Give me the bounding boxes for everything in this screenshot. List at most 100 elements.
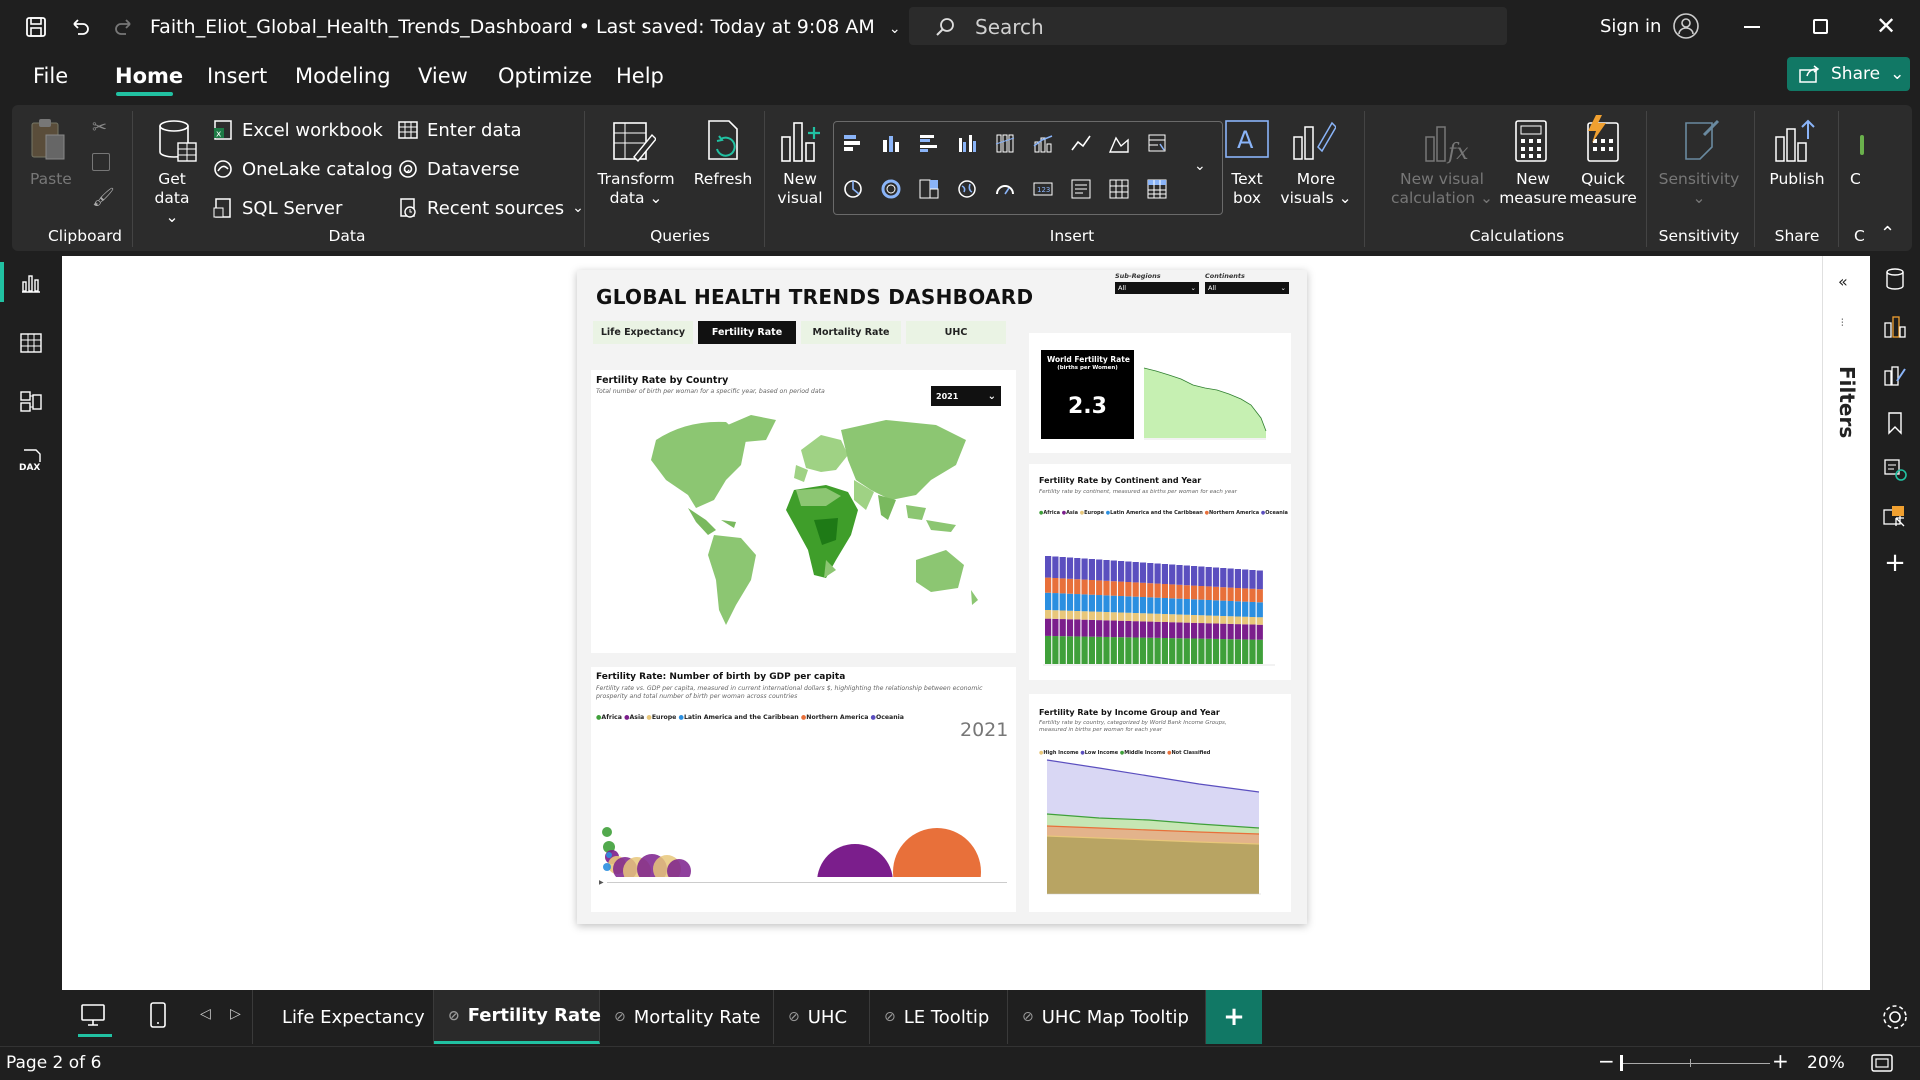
more-visuals-icon[interactable] bbox=[1292, 117, 1336, 163]
stacked-segment[interactable] bbox=[1176, 565, 1183, 585]
publish-button[interactable]: Publish bbox=[1762, 170, 1832, 189]
zoom-in-button[interactable]: + bbox=[1772, 1049, 1789, 1073]
desktop-layout-icon[interactable] bbox=[78, 1000, 108, 1030]
stacked-segment[interactable] bbox=[1256, 617, 1263, 625]
stacked-segment[interactable] bbox=[1059, 619, 1066, 637]
stacked-segment[interactable] bbox=[1066, 593, 1074, 611]
model-view-icon[interactable] bbox=[14, 384, 48, 418]
matrix-icon[interactable] bbox=[1142, 174, 1172, 204]
stacked-segment[interactable] bbox=[1110, 620, 1117, 638]
quick-measure-icon[interactable] bbox=[1580, 115, 1624, 163]
stacked-segment[interactable] bbox=[1191, 615, 1198, 623]
stacked-segment[interactable] bbox=[1103, 620, 1110, 637]
collapse-filters-icon[interactable]: « bbox=[1838, 272, 1848, 291]
stacked-segment[interactable] bbox=[1220, 623, 1227, 640]
stacked-segment[interactable] bbox=[1227, 623, 1234, 640]
stacked-segment[interactable] bbox=[1096, 580, 1103, 596]
stacked-segment[interactable] bbox=[1212, 615, 1220, 624]
bubble[interactable] bbox=[602, 827, 612, 837]
report-tab-mortality-rate[interactable]: Mortality Rate bbox=[801, 321, 901, 344]
copilot-button[interactable]: C bbox=[1850, 170, 1861, 189]
stacked-segment[interactable] bbox=[1249, 617, 1256, 625]
table-visual-icon[interactable] bbox=[1104, 174, 1134, 204]
world-map[interactable] bbox=[626, 410, 986, 640]
stacked-segment[interactable] bbox=[1147, 621, 1154, 638]
page-tab-uhc[interactable]: ⊘ UHC bbox=[774, 990, 870, 1044]
pie-chart-icon[interactable] bbox=[838, 174, 868, 204]
stacked-segment[interactable] bbox=[1176, 584, 1183, 599]
format-visual-icon[interactable] bbox=[1880, 360, 1910, 390]
stacked-segment[interactable] bbox=[1096, 620, 1103, 637]
add-page-button[interactable]: + bbox=[1206, 990, 1262, 1044]
stacked-segment[interactable] bbox=[1154, 637, 1161, 664]
stacked-segment[interactable] bbox=[1212, 623, 1220, 639]
stacked-segment[interactable] bbox=[1074, 611, 1081, 620]
report-tab-uhc[interactable]: UHC bbox=[906, 321, 1006, 344]
stacked-segment[interactable] bbox=[1110, 612, 1117, 621]
stacked-segment[interactable] bbox=[1234, 569, 1241, 588]
stacked-segment[interactable] bbox=[1132, 562, 1139, 583]
page-tab-uhc-map-tooltip[interactable]: ⊘ UHC Map Tooltip bbox=[1008, 990, 1206, 1044]
menu-home[interactable]: Home bbox=[115, 64, 183, 88]
line-chart-icon[interactable] bbox=[1066, 128, 1096, 158]
stacked-segment[interactable] bbox=[1103, 612, 1110, 621]
data-pane-icon[interactable] bbox=[1880, 264, 1910, 294]
stacked-segment[interactable] bbox=[1081, 619, 1088, 637]
text-box-button[interactable]: Text box bbox=[1222, 170, 1272, 208]
stacked-segment[interactable] bbox=[1242, 588, 1249, 602]
new-measure-button[interactable]: New measure bbox=[1498, 170, 1568, 208]
bubble[interactable] bbox=[606, 852, 612, 858]
stacked-segment[interactable] bbox=[1074, 594, 1081, 611]
stacked-segment[interactable] bbox=[1139, 597, 1147, 614]
stacked-segment[interactable] bbox=[1074, 636, 1081, 664]
visualizations-gallery[interactable]: 123 ⌄ bbox=[833, 121, 1223, 215]
stacked-segment[interactable] bbox=[1249, 624, 1256, 640]
stacked-segment[interactable] bbox=[1220, 616, 1227, 624]
get-data-button[interactable]: Get data ⌄ bbox=[147, 170, 197, 227]
menu-view[interactable]: View bbox=[418, 64, 468, 88]
stacked-segment[interactable] bbox=[1183, 614, 1190, 623]
stacked-segment[interactable] bbox=[1125, 612, 1132, 621]
stacked-segment[interactable] bbox=[1132, 613, 1139, 622]
stacked-segment[interactable] bbox=[1212, 586, 1220, 601]
document-title[interactable]: Faith_Eliot_Global_Health_Trends_Dashboa… bbox=[150, 16, 901, 38]
stacked-segment[interactable] bbox=[1242, 601, 1249, 617]
stacked-segment[interactable] bbox=[1234, 588, 1241, 602]
sign-in-link[interactable]: Sign in bbox=[1600, 16, 1661, 37]
refresh-button[interactable]: Refresh bbox=[692, 170, 754, 189]
prev-page-icon[interactable]: ◁ bbox=[200, 1006, 211, 1022]
stacked-segment[interactable] bbox=[1125, 582, 1132, 597]
fit-to-page-icon[interactable] bbox=[1870, 1053, 1894, 1073]
add-pane-icon[interactable]: + bbox=[1880, 548, 1910, 578]
stacked-segment[interactable] bbox=[1256, 624, 1263, 640]
publish-icon[interactable] bbox=[1774, 119, 1816, 165]
income-group-card[interactable]: Fertility Rate by Income Group and Year … bbox=[1029, 694, 1291, 912]
stacked-segment[interactable] bbox=[1059, 636, 1066, 664]
quick-measure-button[interactable]: Quick measure bbox=[1568, 170, 1638, 208]
new-visual-button[interactable]: New visual bbox=[775, 170, 825, 208]
stacked-segment[interactable] bbox=[1198, 638, 1205, 664]
copy-icon[interactable] bbox=[92, 153, 110, 171]
text-box-icon[interactable]: A bbox=[1224, 119, 1270, 159]
stacked-segment[interactable] bbox=[1118, 581, 1125, 597]
stacked-segment[interactable] bbox=[1103, 595, 1110, 612]
build-visual-icon[interactable] bbox=[1880, 312, 1910, 342]
stacked-segment[interactable] bbox=[1052, 578, 1059, 594]
selection-pane-icon[interactable] bbox=[1880, 502, 1910, 532]
sub-regions-slicer[interactable]: Sub-Regions All ⌄ bbox=[1115, 272, 1199, 294]
stacked-segment[interactable] bbox=[1110, 595, 1117, 613]
restore-button[interactable] bbox=[1813, 19, 1828, 34]
stacked-segment[interactable] bbox=[1059, 610, 1066, 620]
stacked-segment[interactable] bbox=[1125, 637, 1132, 664]
stacked-bar-chart-icon[interactable] bbox=[838, 128, 868, 158]
stacked-segment[interactable] bbox=[1220, 568, 1227, 588]
continents-slicer[interactable]: Continents All ⌄ bbox=[1205, 272, 1289, 294]
new-visual-calculation-button[interactable]: New visual calculation ⌄ bbox=[1382, 170, 1502, 208]
stacked-segment[interactable] bbox=[1052, 636, 1059, 664]
sync-slicers-icon[interactable] bbox=[1880, 454, 1910, 484]
stacked-segment[interactable] bbox=[1088, 594, 1095, 612]
paste-icon[interactable] bbox=[28, 117, 68, 163]
stacked-segment[interactable] bbox=[1074, 558, 1081, 580]
menu-modeling[interactable]: Modeling bbox=[295, 64, 391, 88]
stacked-segment[interactable] bbox=[1227, 616, 1234, 624]
